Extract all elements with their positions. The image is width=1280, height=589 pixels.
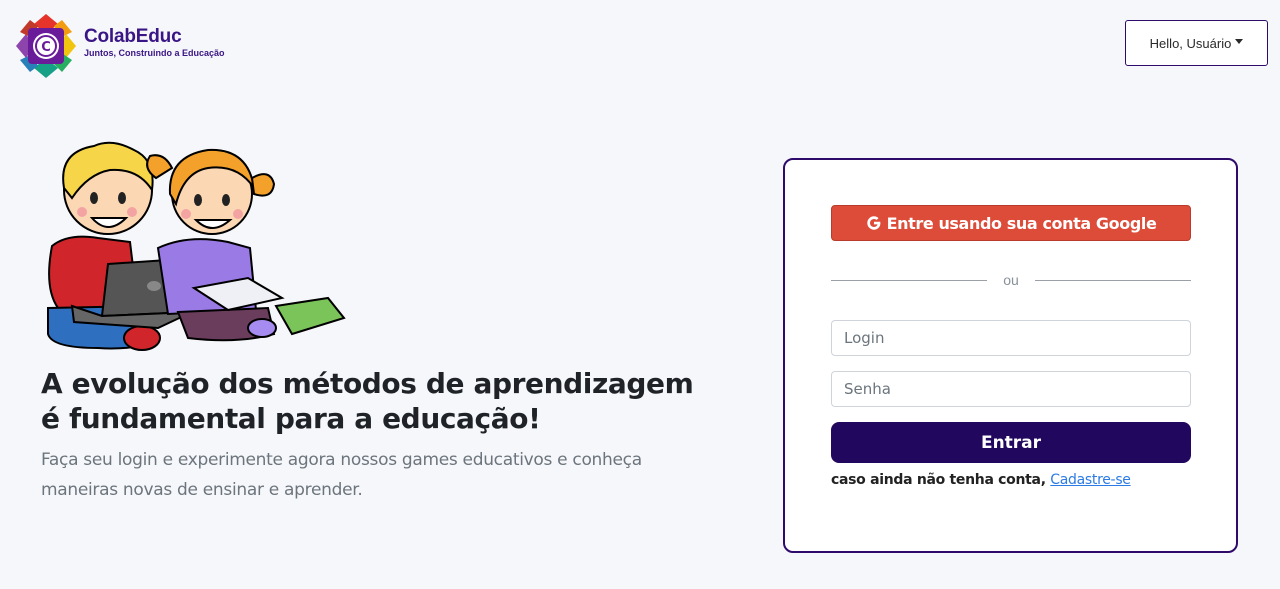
or-divider: ou — [831, 270, 1191, 290]
login-card: Entre usando sua conta Google ou Entrar … — [783, 158, 1238, 553]
login-input[interactable] — [831, 320, 1191, 356]
signup-prompt: caso ainda não tenha conta, Cadastre-se — [831, 472, 1131, 488]
colabeduc-logo-icon: C — [12, 12, 80, 80]
hero-description: Faça seu login e experimente agora nosso… — [41, 450, 642, 500]
google-g-icon — [866, 216, 880, 230]
google-login-button[interactable]: Entre usando sua conta Google — [831, 205, 1191, 241]
brand-logo[interactable]: C ColabEduc Juntos, Construindo a Educaç… — [12, 12, 225, 80]
brand-name: ColabEduc — [84, 26, 182, 47]
signup-prompt-text: caso ainda não tenha conta, — [831, 472, 1046, 488]
submit-login-button[interactable]: Entrar — [831, 422, 1191, 463]
brand-tagline: Juntos, Construindo a Educação — [84, 48, 225, 58]
password-input[interactable] — [831, 371, 1191, 407]
user-menu-dropdown[interactable]: Hello, Usuário — [1125, 20, 1268, 66]
caret-down-icon — [1235, 38, 1244, 44]
hero-title: A evolução dos métodos de aprendizagem é… — [41, 367, 694, 435]
signup-link[interactable]: Cadastre-se — [1050, 472, 1131, 488]
kids-with-laptop-illustration — [38, 138, 348, 358]
google-login-label: Entre usando sua conta Google — [886, 213, 1157, 233]
svg-text:C: C — [41, 40, 51, 55]
user-menu-label: Hello, Usuário — [1149, 35, 1232, 51]
divider-line — [1035, 280, 1191, 281]
